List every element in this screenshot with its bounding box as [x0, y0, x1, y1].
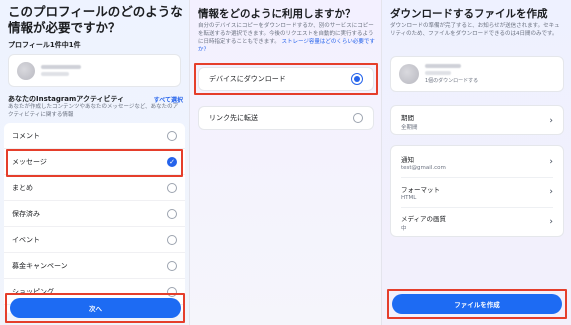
list-item-messages[interactable]: メッセージ ✓ [4, 149, 185, 175]
list-item-label: まとめ [12, 183, 33, 192]
list-item-label: 保存済み [12, 209, 40, 218]
setting-value: 中 [401, 225, 407, 232]
format-row[interactable]: フォーマット HTML › [391, 178, 563, 206]
media-quality-row[interactable]: メディアの画質 中 › [391, 208, 563, 236]
list-item-saved[interactable]: 保存済み [4, 201, 185, 227]
list-item-label: ショッピング [12, 287, 54, 296]
list-item-events[interactable]: イベント [4, 227, 185, 253]
setting-label: フォーマット [401, 185, 440, 194]
option-label: デバイスにダウンロード [209, 75, 286, 83]
period-label: 期間 [401, 113, 414, 122]
setting-value: HTML [401, 194, 417, 201]
checkbox[interactable] [167, 260, 177, 271]
checkbox[interactable] [167, 182, 177, 193]
option-download-to-device[interactable]: デバイスにダウンロード [198, 67, 374, 91]
notification-row[interactable]: 通知 test@gmail.com › [391, 148, 563, 176]
profile-name-blurred [41, 65, 81, 76]
panel-select-information: このプロフィールのどのような情報が必要ですか？ プロフィール1件中1件 あなたの… [0, 0, 189, 325]
setting-value: test@gmail.com [401, 164, 446, 171]
radio[interactable] [353, 113, 363, 123]
profile-info: 1個のダウンロードする [425, 64, 478, 84]
page-title: ダウンロードするファイルを作成 [390, 8, 548, 20]
checkbox[interactable] [167, 234, 177, 245]
checkbox-checked[interactable]: ✓ [167, 156, 177, 167]
profile-card[interactable] [8, 54, 181, 87]
list-item-label: コメント [12, 131, 40, 140]
list-item-label: メッセージ [12, 157, 47, 166]
list-item-comments[interactable]: コメント [4, 123, 185, 149]
setting-label: 通知 [401, 155, 414, 164]
profile-card[interactable]: 1個のダウンロードする [390, 56, 564, 92]
list-item-label: 募金キャンペーン [12, 261, 68, 270]
page-description: ダウンロードの準備が完了すると、お知らせが送信されます。セキュリティのため、ファ… [390, 23, 560, 37]
period-row[interactable]: 期間 全期間 › [391, 106, 563, 136]
period-card[interactable]: 期間 全期間 › [390, 105, 564, 135]
panel-create-file: ダウンロードするファイルを作成 ダウンロードの準備が完了すると、お知らせが送信さ… [381, 0, 571, 325]
chevron-right-icon: › [549, 157, 553, 167]
information-list: コメント メッセージ ✓ まとめ 保存済み イベント 募金キャンペーン ショッピ… [4, 123, 185, 313]
activity-description: あなたが作成したコンテンツやあなたのメッセージなど、あなたのアクティビティに関す… [8, 104, 179, 118]
list-item-summary[interactable]: まとめ [4, 175, 185, 201]
chevron-right-icon: › [549, 187, 553, 197]
avatar [17, 61, 35, 80]
list-item-fundraisers[interactable]: 募金キャンペーン [4, 253, 185, 279]
check-icon: ✓ [169, 157, 175, 166]
setting-label: メディアの画質 [401, 214, 447, 223]
period-value: 全期間 [401, 124, 418, 131]
chevron-right-icon: › [549, 116, 553, 126]
settings-card: 通知 test@gmail.com › フォーマット HTML › メディアの画… [390, 145, 564, 237]
profile-count: プロフィール1件中1件 [8, 41, 81, 49]
page-title: このプロフィールのどのような情報が必要ですか？ [8, 4, 183, 35]
option-transfer-to-destination[interactable]: リンク先に転送 [198, 106, 374, 130]
next-button[interactable]: 次へ [10, 298, 181, 318]
panel-how-to-use: 情報をどのように利用しますか？ 自分のデバイスにコピーをダウンロードするか、別の… [189, 0, 381, 325]
chevron-right-icon: › [549, 217, 553, 227]
checkbox[interactable] [167, 208, 177, 219]
avatar [399, 64, 419, 84]
option-label: リンク先に転送 [209, 114, 258, 122]
create-file-button[interactable]: ファイルを作成 [392, 294, 562, 314]
page-description: 自分のデバイスにコピーをダウンロードするか、別のサービスにコピーを転送するか選択… [198, 22, 376, 54]
checkbox[interactable] [167, 286, 177, 297]
page-title: 情報をどのように利用しますか？ [198, 8, 356, 20]
checkbox[interactable] [167, 130, 177, 141]
list-item-label: イベント [12, 235, 40, 244]
radio-selected[interactable] [351, 73, 363, 85]
profile-caption: 1個のダウンロードする [425, 78, 479, 84]
